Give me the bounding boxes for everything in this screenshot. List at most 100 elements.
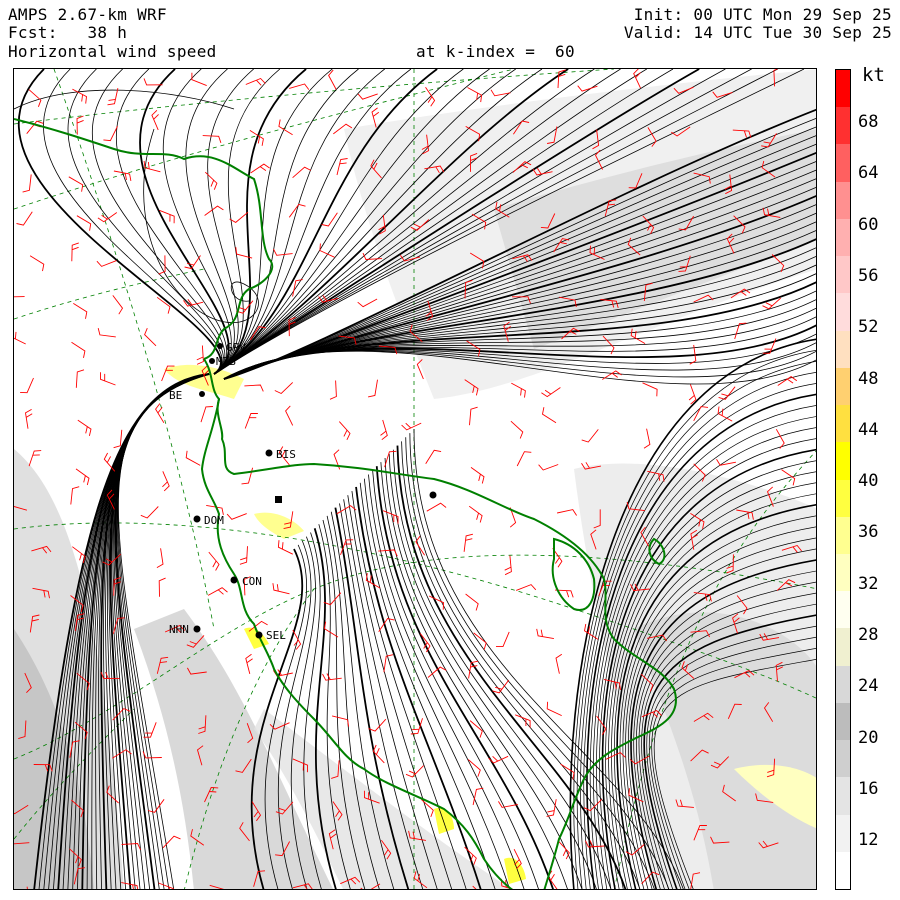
wind-barb	[516, 584, 537, 591]
valid-time: Valid: 14 UTC Tue 30 Sep 25	[623, 23, 892, 42]
wind-barb	[142, 751, 162, 759]
wind-barb	[183, 299, 204, 307]
colorbar-tick-label: 48	[858, 368, 879, 389]
wind-map-canvas: GPV MZB BE BIS DOM CON NHN SEL	[14, 69, 816, 889]
wind-barb	[226, 513, 247, 520]
wind-barb	[384, 450, 397, 468]
wind-barb	[467, 759, 481, 777]
wind-barb	[538, 464, 559, 471]
wind-barb	[465, 593, 479, 611]
wind-barb	[75, 468, 90, 486]
wind-barb	[426, 502, 447, 512]
wind-barb	[96, 260, 117, 267]
wind-barb	[156, 548, 164, 568]
colorbar-swatch	[836, 70, 850, 109]
wind-barb	[202, 135, 222, 144]
wind-barb	[103, 126, 118, 142]
wind-barb	[274, 382, 294, 395]
station-bis: BIS	[265, 448, 296, 461]
streamline	[143, 128, 259, 324]
wind-barb	[541, 407, 557, 424]
wind-barb	[71, 242, 79, 262]
colorbar-swatch	[836, 218, 850, 258]
wind-barb	[775, 428, 785, 449]
wind-barb	[191, 72, 207, 87]
streamline	[139, 69, 230, 375]
colorbar-tick-label: 32	[858, 573, 879, 594]
wind-barb	[71, 341, 86, 358]
colorbar-swatch	[836, 293, 850, 333]
station-label-gpv: GPV	[226, 341, 246, 354]
station-label-con: CON	[242, 575, 262, 588]
station-unlabeled-1	[275, 496, 282, 503]
wind-barb	[140, 506, 159, 519]
colorbar-swatch	[836, 442, 850, 481]
wind-barb	[401, 422, 422, 431]
wind-barb	[425, 449, 442, 465]
wind-barb	[29, 255, 45, 272]
wind-map: GPV MZB BE BIS DOM CON NHN SEL	[13, 68, 817, 890]
vertical-level: at k-index = 60	[416, 42, 575, 61]
colorbar-tick-label: 36	[858, 522, 879, 543]
wind-barb	[585, 840, 605, 848]
wind-barb	[184, 255, 201, 270]
wind-barb	[470, 467, 485, 484]
colorbar-tick-label: 12	[858, 830, 879, 851]
colorbar-swatch	[836, 181, 850, 221]
wind-barb	[357, 93, 378, 100]
wind-barb	[555, 653, 563, 674]
wind-barb	[70, 486, 80, 505]
wind-barb	[196, 345, 204, 365]
wind-barb	[541, 387, 561, 398]
station-dom: DOM	[193, 514, 224, 527]
wind-barb	[472, 787, 484, 806]
wind-barb	[277, 540, 293, 555]
field-name: Horizontal wind speed	[8, 42, 217, 61]
wind-barb	[285, 405, 294, 426]
colorbar-swatch	[836, 256, 850, 295]
wind-barb	[515, 714, 531, 728]
wind-barb	[143, 78, 163, 86]
wind-barb	[516, 451, 532, 467]
wind-barb	[380, 419, 388, 441]
init-time: Init: 00 UTC Mon 29 Sep 25	[633, 5, 892, 24]
station-unlabeled-2	[429, 491, 437, 499]
colorbar-tick-label: 64	[858, 163, 879, 184]
wind-barb	[278, 119, 293, 136]
wind-barb	[73, 303, 88, 319]
wind-barb	[357, 298, 378, 308]
wind-barb	[158, 577, 166, 597]
wind-barb	[642, 382, 658, 397]
station-be: BE	[169, 389, 205, 402]
colorbar-swatch	[836, 740, 850, 779]
wind-barb	[143, 722, 157, 738]
wind-barb	[68, 176, 84, 192]
wind-barb	[633, 69, 641, 89]
wind-barb	[469, 406, 478, 426]
wind-barb	[76, 215, 92, 231]
wind-barb	[546, 701, 562, 717]
wind-barb	[200, 406, 213, 423]
wind-barb	[244, 384, 264, 392]
wind-barb	[463, 533, 474, 552]
streamline	[392, 449, 612, 889]
terrain-shading	[14, 69, 816, 889]
wind-barb	[245, 653, 253, 675]
wind-barb	[336, 158, 348, 176]
wind-barb	[510, 420, 524, 439]
colorbar-tick-label: 16	[858, 778, 879, 799]
colorbar-tick-label: 20	[858, 727, 879, 748]
station-label-mzb: MZB	[216, 355, 236, 368]
wind-barb	[239, 546, 248, 565]
colorbar-tick-label: 56	[858, 265, 879, 286]
wind-barb	[97, 327, 116, 338]
wind-barb	[273, 248, 293, 256]
wind-barb	[467, 87, 483, 103]
colorbar-tick-label: 52	[858, 317, 879, 338]
colorbar-tick-label: 44	[858, 419, 879, 440]
wind-barb	[22, 174, 32, 193]
station-mzb: MZB	[209, 355, 236, 368]
colorbar-tick-label: 68	[858, 112, 879, 132]
wind-barb	[244, 413, 258, 429]
wind-barb	[20, 377, 34, 394]
